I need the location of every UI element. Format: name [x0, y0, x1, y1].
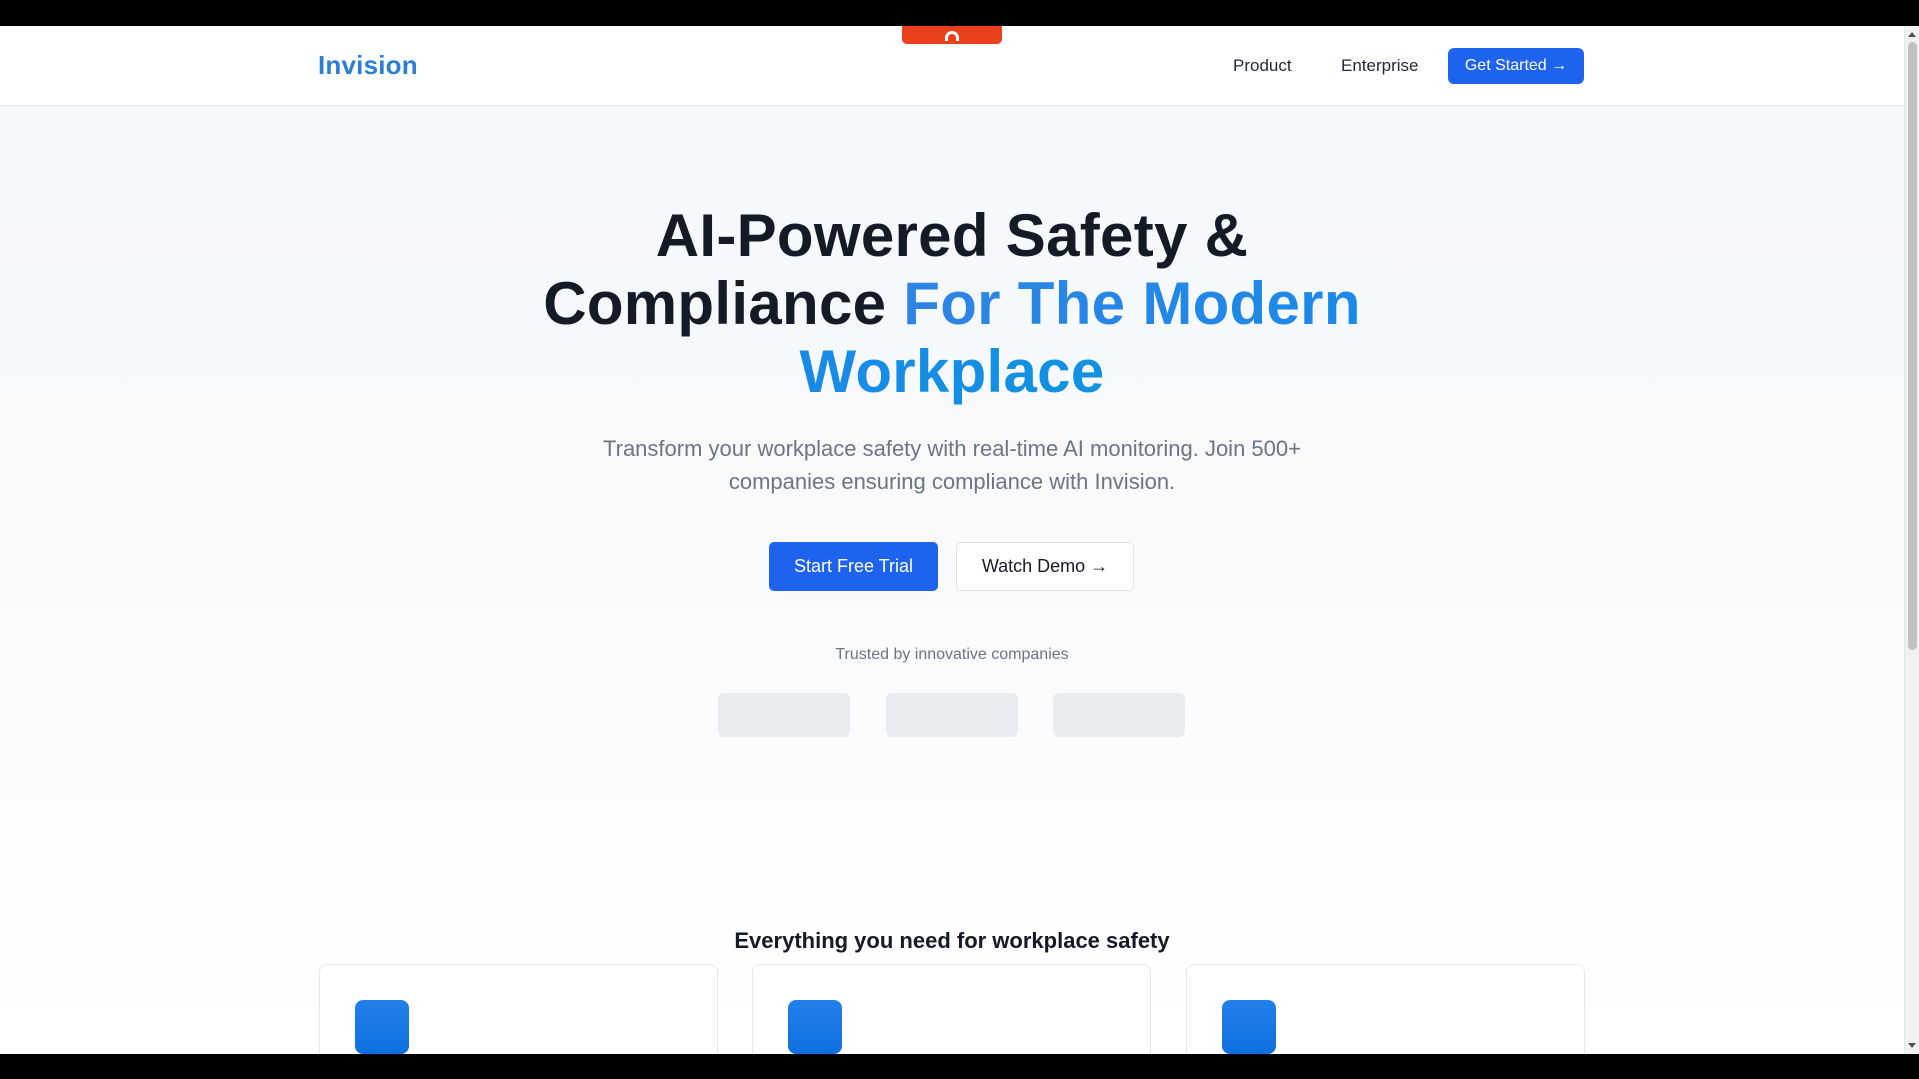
trusted-by-label: Trusted by innovative companies — [835, 646, 1069, 663]
screen-bottom-border — [0, 1054, 1919, 1079]
feature-icon — [788, 1000, 842, 1054]
browser-viewport: Invision Product Enterprise Get Started … — [0, 26, 1904, 1054]
feature-card — [319, 964, 718, 1054]
features-section-title: Everything you need for workplace safety — [734, 928, 1170, 953]
feature-icon — [355, 1000, 409, 1054]
nav-product-link[interactable]: Product — [1233, 56, 1292, 76]
vertical-scrollbar[interactable] — [1904, 26, 1919, 1054]
nav-enterprise-link[interactable]: Enterprise — [1341, 56, 1418, 76]
scrollbar-thumb[interactable] — [1908, 42, 1917, 650]
feature-icon — [1222, 1000, 1276, 1054]
feature-card — [1186, 964, 1585, 1054]
start-free-trial-button[interactable]: Start Free Trial — [769, 542, 938, 591]
company-logo-placeholder — [718, 693, 850, 737]
scroll-up-arrow-icon[interactable] — [1908, 32, 1916, 37]
company-logo-placeholder — [1053, 693, 1185, 737]
screen-recorder-tab[interactable] — [902, 26, 1002, 44]
company-logo-placeholder — [886, 693, 1018, 737]
site-header: Invision Product Enterprise Get Started … — [0, 26, 1904, 106]
brand-logo[interactable]: Invision — [318, 50, 418, 81]
screen-top-border — [0, 0, 1919, 26]
get-started-button[interactable]: Get Started → — [1448, 48, 1584, 84]
hero-title-part2: Compliance — [543, 270, 887, 337]
hero-title: AI-Powered Safety & Compliance For The M… — [452, 202, 1452, 406]
recorder-icon — [945, 31, 959, 41]
hero-subtitle: Transform your workplace safety with rea… — [603, 436, 1301, 494]
scroll-down-arrow-icon[interactable] — [1908, 1043, 1916, 1048]
watch-demo-button[interactable]: Watch Demo → — [956, 542, 1134, 591]
hero-title-line1: AI-Powered Safety & — [655, 202, 1249, 269]
feature-card — [752, 964, 1151, 1054]
